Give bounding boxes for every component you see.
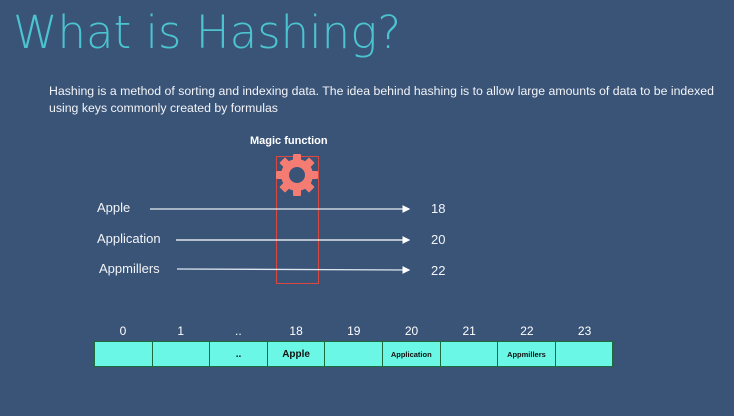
hash-18: 18	[431, 201, 446, 216]
index-label: 18	[289, 324, 303, 338]
index-label: 1	[177, 324, 185, 338]
key-apple: Apple	[97, 200, 131, 215]
arrow-appmillers	[176, 266, 411, 274]
table-cell: ..	[210, 342, 268, 366]
table-cell	[555, 342, 613, 366]
table-cell	[440, 342, 499, 366]
table-cell: Appmillers	[498, 342, 556, 366]
hash-table: .. Apple Application Appmillers	[94, 341, 614, 367]
hash-20: 20	[431, 232, 446, 247]
table-cell: Application	[382, 342, 441, 366]
index-label: 20	[404, 324, 419, 338]
gear-icon	[276, 154, 318, 196]
key-application: Application	[97, 231, 161, 246]
table-cell	[152, 342, 211, 366]
index-label: 21	[462, 324, 476, 338]
table-cell	[95, 342, 153, 366]
hash-22: 22	[431, 263, 446, 278]
index-label: ..	[235, 324, 242, 338]
index-label: 22	[520, 324, 534, 338]
index-label: 23	[577, 324, 592, 338]
table-cell	[325, 342, 383, 366]
index-label: 0	[119, 324, 127, 338]
table-cell: Apple	[267, 342, 326, 366]
index-label: 19	[347, 324, 361, 338]
key-appmillers: Appmillers	[99, 261, 160, 276]
